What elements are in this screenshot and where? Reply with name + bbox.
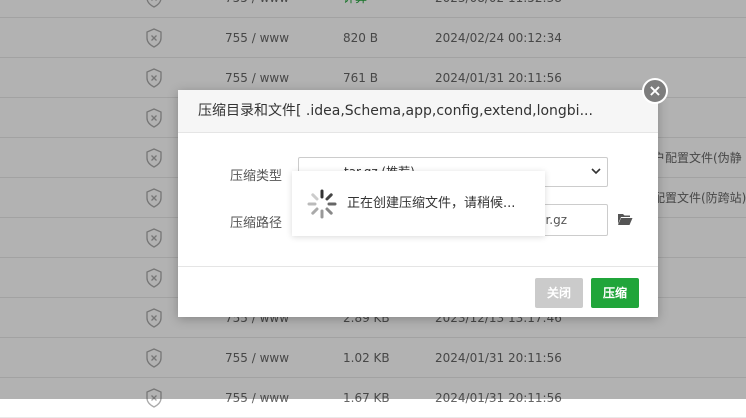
chevron-down-icon (591, 168, 601, 175)
compress-type-label: 压缩类型 (230, 169, 283, 184)
close-button[interactable]: 关闭 (535, 278, 583, 308)
loading-popup: 正在创建压缩文件，请稍候... (292, 171, 545, 236)
folder-open-icon[interactable] (617, 212, 633, 226)
loading-text: 正在创建压缩文件，请稍候... (347, 196, 516, 211)
compress-path-label: 压缩路径 (230, 216, 283, 231)
compress-path-value: r.gz (545, 213, 567, 227)
dialog-title: 压缩目录和文件[ .idea,Schema,app,config,extend,… (178, 90, 658, 133)
dialog-footer: 关闭 压缩 (178, 266, 658, 317)
spinner-icon (307, 189, 337, 219)
compress-button[interactable]: 压缩 (591, 278, 639, 308)
close-icon[interactable]: × (642, 78, 668, 104)
